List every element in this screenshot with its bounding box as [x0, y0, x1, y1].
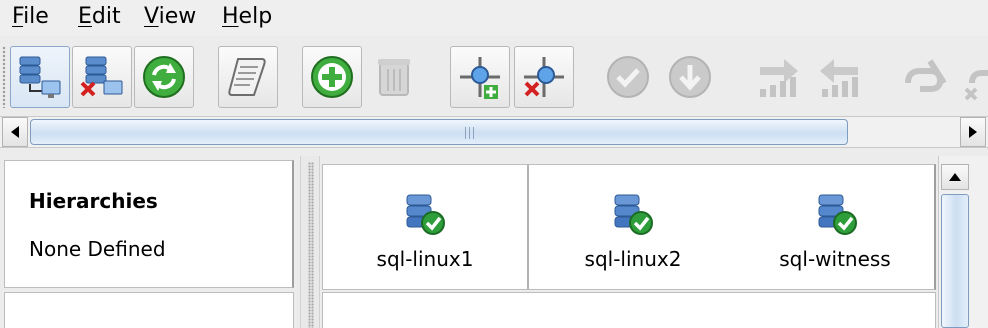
arrow-up-icon [949, 173, 961, 181]
extend-hierarchy-icon [760, 59, 798, 97]
split-pane-divider[interactable] [300, 156, 320, 328]
toolbar-grip[interactable] [2, 46, 6, 108]
create-comm-path-icon [460, 57, 500, 99]
toolbar [0, 40, 988, 114]
delete-dependency-button[interactable] [956, 46, 988, 108]
delete-button[interactable] [364, 46, 424, 108]
menu-help[interactable]: Help [222, 3, 272, 31]
server-online-icon [818, 194, 857, 235]
connect-server-icon [19, 56, 61, 98]
server-name: sql-witness [779, 247, 891, 271]
create-dependency-button[interactable] [894, 46, 954, 108]
out-of-service-icon [669, 56, 711, 98]
hierarchies-panel: Hierarchies None Defined [0, 156, 300, 328]
hierarchies-status: None Defined [29, 237, 166, 261]
server-online-icon [614, 194, 653, 235]
arrow-right-icon [969, 126, 977, 138]
server-name: sql-linux1 [376, 247, 474, 271]
extend-hierarchy-button[interactable] [748, 46, 808, 108]
delete-trash-icon [378, 59, 410, 96]
view-log-button[interactable] [218, 46, 278, 108]
server-cell[interactable]: sql-linux1 [323, 165, 529, 289]
scroll-thumb-grip [465, 127, 477, 139]
horizontal-scroll-thumb[interactable] [30, 119, 848, 145]
server-status-grid[interactable] [322, 292, 936, 328]
menu-bar: File Edit View Help [0, 0, 988, 36]
log-scroll-icon [228, 58, 266, 96]
disconnect-server-button[interactable] [72, 46, 132, 108]
divider-grip [308, 162, 314, 328]
server-cell[interactable]: sql-witness [735, 165, 935, 289]
in-service-button[interactable] [598, 46, 658, 108]
server-name: sql-linux2 [584, 247, 682, 271]
menu-view[interactable]: View [144, 3, 196, 31]
server-header-row: sql-linux1 sql-linux2 sql-witness [322, 164, 936, 290]
hierarchies-title: Hierarchies [29, 189, 158, 213]
arrow-left-icon [11, 126, 19, 138]
refresh-icon [143, 56, 185, 98]
connect-server-button[interactable] [10, 46, 70, 108]
hierarchies-tree-area[interactable] [4, 292, 294, 328]
disconnect-server-icon [80, 56, 123, 97]
vertical-scrollbar[interactable] [938, 156, 988, 328]
unextend-hierarchy-button[interactable] [810, 46, 870, 108]
server-online-icon [406, 194, 445, 235]
delete-comm-path-button[interactable] [514, 46, 574, 108]
unextend-hierarchy-icon [820, 59, 858, 97]
scroll-right-button[interactable] [960, 117, 986, 147]
add-button[interactable] [302, 46, 362, 108]
in-service-check-icon [607, 56, 649, 98]
scroll-left-button[interactable] [2, 117, 28, 147]
refresh-button[interactable] [134, 46, 194, 108]
menu-file[interactable]: File [12, 3, 49, 31]
scroll-up-button[interactable] [941, 164, 969, 190]
toolbar-horizontal-scrollbar[interactable] [0, 116, 988, 148]
delete-comm-path-icon [524, 57, 564, 97]
vertical-scroll-thumb[interactable] [941, 194, 969, 328]
hierarchies-header: Hierarchies None Defined [4, 160, 294, 288]
menu-edit[interactable]: Edit [78, 3, 121, 31]
delete-dependency-icon [964, 70, 988, 101]
create-comm-path-button[interactable] [450, 46, 510, 108]
create-dependency-icon [905, 59, 947, 92]
add-green-plus-icon [311, 56, 353, 98]
servers-panel: sql-linux1 sql-linux2 sql-witness [322, 156, 938, 328]
server-cell[interactable]: sql-linux2 [531, 165, 735, 289]
out-of-service-button[interactable] [660, 46, 720, 108]
